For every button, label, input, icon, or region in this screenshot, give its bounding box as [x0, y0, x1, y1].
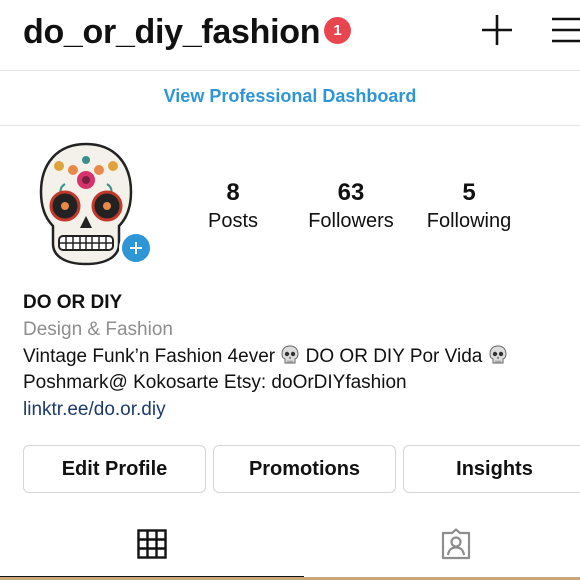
hamburger-menu-icon[interactable]: [550, 15, 580, 45]
add-story-button[interactable]: [119, 231, 153, 265]
edit-profile-button[interactable]: Edit Profile: [23, 445, 206, 493]
tab-tagged[interactable]: [290, 515, 580, 577]
posts-count: 8: [226, 179, 240, 206]
posts-label: Posts: [207, 210, 259, 232]
professional-dashboard-bar: View Professional Dashboard: [0, 71, 580, 126]
tagged-person-icon: [441, 528, 471, 560]
bio-text-1a: Vintage Funk’n Fashion 4ever: [23, 346, 281, 367]
promotions-button[interactable]: Promotions: [213, 445, 396, 493]
following-label: Following: [426, 210, 512, 232]
posts-stat[interactable]: 8 Posts: [173, 178, 293, 234]
bio-line-2: Poshmark@ Kokosarte Etsy: doOrDIYfashion: [23, 372, 407, 393]
username-title[interactable]: do_or_diy_fashion: [23, 10, 320, 54]
profile-bio: DO OR DIY Design & Fashion Vintage Funk’…: [23, 290, 573, 424]
followers-stat[interactable]: 63 Followers: [291, 178, 411, 234]
tab-grid[interactable]: [0, 515, 290, 577]
top-bar: do_or_diy_fashion 1: [0, 0, 580, 71]
skull-emoji-icon: [281, 345, 299, 364]
followers-count: 63: [337, 179, 365, 206]
insights-button[interactable]: Insights: [403, 445, 580, 493]
following-stat[interactable]: 5 Following: [409, 178, 529, 234]
plus-icon[interactable]: [480, 13, 514, 47]
followers-label: Followers: [308, 210, 394, 232]
profile-category: Design & Fashion: [23, 319, 173, 340]
profile-tabs: [0, 515, 580, 580]
grid-icon: [137, 529, 167, 559]
view-professional-dashboard-link[interactable]: View Professional Dashboard: [0, 86, 580, 107]
notification-badge[interactable]: 1: [324, 17, 351, 44]
following-count: 5: [462, 179, 476, 206]
skull-emoji-icon: [489, 345, 507, 364]
profile-name: DO OR DIY: [23, 292, 123, 313]
bio-link[interactable]: linktr.ee/do.or.diy: [23, 396, 573, 424]
bio-text-1b: DO OR DIY Por Vida: [300, 346, 488, 367]
bio-line-1: Vintage Funk’n Fashion 4ever DO OR DIY P…: [23, 344, 573, 370]
